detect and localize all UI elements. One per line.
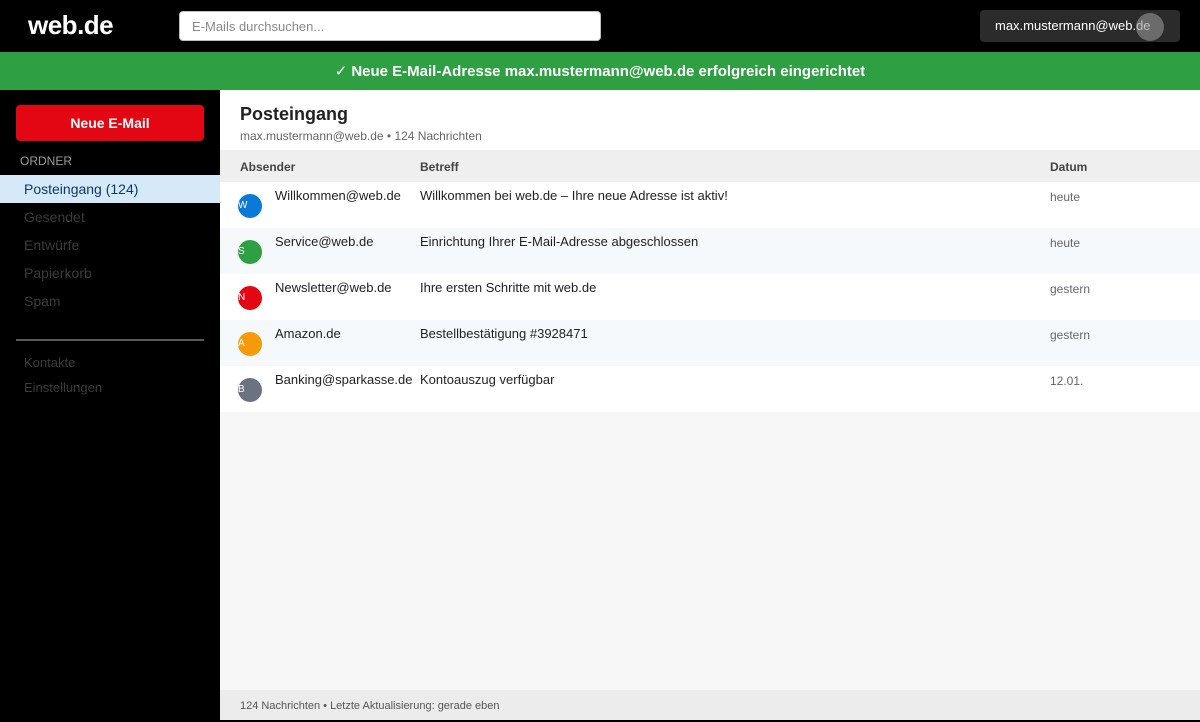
inbox-panel: Posteingang max.mustermann@web.de • 124 … (220, 90, 1200, 720)
folder-list: Posteingang (124) Gesendet Entwürfe Papi… (0, 175, 220, 315)
email-subject: Kontoauszug verfügbar (420, 372, 555, 387)
top-bar: web.de max.mustermann@web.de (0, 0, 1200, 52)
column-header-date[interactable]: Datum (1050, 160, 1087, 174)
sidebar-item-sent[interactable]: Gesendet (0, 203, 220, 231)
sidebar-item-settings[interactable]: Einstellungen (0, 375, 220, 400)
search-input[interactable] (179, 11, 601, 41)
column-header-sender[interactable]: Absender (240, 160, 295, 174)
email-row[interactable]: B Banking@sparkasse.de Kontoauszug verfü… (220, 366, 1200, 412)
status-bar: 124 Nachrichten • Letzte Aktualisierung:… (220, 690, 1200, 720)
sender-avatar: B (238, 378, 262, 402)
email-subject: Willkommen bei web.de – Ihre neue Adress… (420, 188, 728, 203)
account-menu-button[interactable]: max.mustermann@web.de (980, 10, 1180, 42)
sender-avatar: N (238, 286, 262, 310)
email-subject: Einrichtung Ihrer E-Mail-Adresse abgesch… (420, 234, 699, 249)
email-date: heute (1050, 236, 1081, 250)
sender-avatar: A (238, 332, 262, 356)
success-banner-text: Neue E-Mail-Adresse max.mustermann@web.d… (351, 62, 866, 80)
email-date: heute (1050, 190, 1081, 204)
email-date: 12.01. (1050, 374, 1084, 388)
page-title: Posteingang (240, 104, 349, 124)
sender-initial: W (238, 200, 248, 211)
account-avatar (1136, 13, 1164, 41)
email-subject: Ihre ersten Schritte mit web.de (420, 280, 597, 295)
folders-heading: ORDNER (20, 154, 73, 168)
email-sender: Newsletter@web.de (275, 280, 392, 295)
column-header-subject[interactable]: Betreff (420, 160, 459, 174)
sidebar-item-drafts[interactable]: Entwürfe (0, 231, 220, 259)
web-de-logo[interactable]: web.de (28, 10, 114, 41)
email-date: gestern (1050, 328, 1091, 342)
sidebar-divider (16, 339, 204, 341)
email-subject: Bestellbestätigung #3928471 (420, 326, 588, 341)
email-row[interactable]: N Newsletter@web.de Ihre ersten Schritte… (220, 274, 1200, 320)
new-email-button[interactable]: Neue E-Mail (16, 105, 204, 141)
sidebar-item-spam[interactable]: Spam (0, 287, 220, 315)
sidebar-item-contacts[interactable]: Kontakte (0, 350, 220, 375)
sender-avatar: W (238, 194, 262, 218)
email-date: gestern (1050, 282, 1091, 296)
inbox-header: Posteingang max.mustermann@web.de • 124 … (220, 90, 1200, 150)
email-sender: Willkommen@web.de (275, 188, 401, 203)
email-row[interactable]: S Service@web.de Einrichtung Ihrer E-Mai… (220, 228, 1200, 274)
success-banner: ✓ Neue E-Mail-Adresse max.mustermann@web… (0, 52, 1200, 90)
table-header: Absender Betreff Datum (220, 150, 1200, 182)
sidebar-item-trash[interactable]: Papierkorb (0, 259, 220, 287)
page-subtitle: max.mustermann@web.de • 124 Nachrichten (240, 129, 482, 143)
sender-initial: N (238, 292, 246, 303)
sidebar-links: Kontakte Einstellungen (0, 350, 220, 400)
email-sender: Banking@sparkasse.de (275, 372, 413, 387)
sidebar-item-inbox[interactable]: Posteingang (124) (0, 175, 220, 203)
email-sender: Service@web.de (275, 234, 374, 249)
email-sender: Amazon.de (275, 326, 341, 341)
check-icon: ✓ (334, 63, 348, 80)
sender-initial: S (238, 246, 245, 257)
sender-initial: A (238, 338, 245, 349)
email-row[interactable]: A Amazon.de Bestellbestätigung #3928471 … (220, 320, 1200, 366)
email-list: W Willkommen@web.de Willkommen bei web.d… (220, 182, 1200, 412)
sender-avatar: S (238, 240, 262, 264)
email-row[interactable]: W Willkommen@web.de Willkommen bei web.d… (220, 182, 1200, 228)
account-email: max.mustermann@web.de (995, 18, 1151, 33)
sender-initial: B (238, 384, 245, 395)
sidebar: Neue E-Mail ORDNER Posteingang (124) Ges… (0, 90, 220, 720)
